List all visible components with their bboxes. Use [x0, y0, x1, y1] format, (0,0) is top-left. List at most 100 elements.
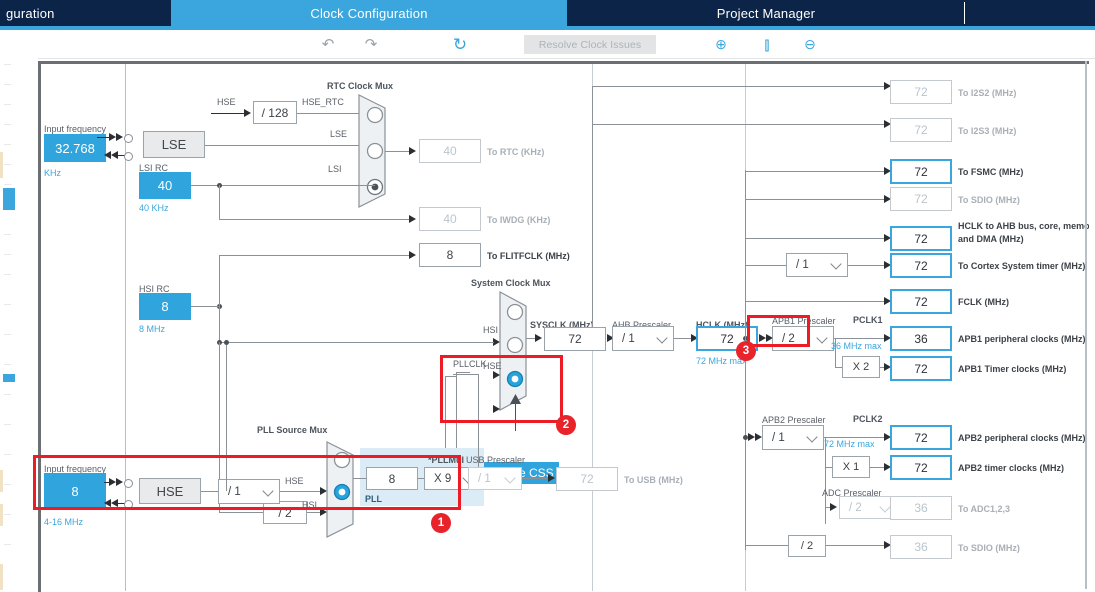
fit-to-screen-icon: []	[764, 36, 769, 52]
tab-configuration[interactable]: guration	[0, 0, 177, 26]
to-adc-value: 36	[890, 496, 952, 520]
chevron-down-icon	[504, 471, 516, 484]
chevron-down-icon	[806, 430, 818, 443]
tab-project-manager-label: Project Manager	[716, 5, 816, 21]
tab-configuration-label: guration	[6, 5, 55, 21]
usb-prescaler-select[interactable]: / 1	[468, 467, 522, 490]
to-usb-label: To USB (MHz)	[624, 475, 683, 485]
column-divider	[125, 64, 126, 591]
out-sdio-value: 72	[890, 187, 952, 211]
apb1-timer-label: APB1 Timer clocks (MHz)	[958, 364, 1067, 374]
out-cortex-timer-value: 72	[890, 253, 952, 278]
apb1-max-note: 36 MHz max	[831, 341, 882, 351]
out-fsmc-label: To FSMC (MHz)	[958, 167, 1024, 177]
badge-1: 1	[431, 513, 451, 533]
tab-overflow[interactable]	[965, 0, 1095, 26]
highlight-region-2	[440, 355, 563, 423]
out-i2s3-label: To I2S3 (MHz)	[958, 126, 1017, 136]
chevron-down-icon	[816, 331, 828, 344]
zoom-in-button[interactable]: ⊕	[708, 30, 734, 58]
clock-tree-canvas[interactable]: Input frequency 32.768 KHz LSE HSE / 128…	[38, 61, 1089, 592]
apb1-periph-value: 36	[890, 326, 952, 351]
to-iwdg-label: To IWDG (KHz)	[487, 215, 551, 225]
sysmux-option-hsi[interactable]	[506, 303, 524, 321]
apb2-prescaler-value: / 1	[772, 431, 785, 444]
out-hclk-ahb-label: HCLK to AHB bus, core, memory and DMA (M…	[958, 221, 1089, 245]
badge-2: 2	[556, 415, 576, 435]
hsi-rc-unit: 8 MHz	[139, 324, 166, 334]
sysmux-input-hsi-label: HSI	[483, 325, 499, 335]
to-sdio2-value: 36	[890, 535, 952, 559]
out-i2s2-label: To I2S2 (MHz)	[958, 88, 1017, 98]
rtc-mux-input-lse-label: LSE	[330, 129, 348, 139]
lse-out-arrow	[111, 151, 118, 159]
apb1-timer-value: 72	[890, 356, 952, 381]
ahb-prescaler-value: / 1	[622, 332, 635, 345]
out-hclk-ahb-value: 72	[890, 226, 952, 251]
zoom-out-button[interactable]: ⊖	[797, 30, 823, 58]
system-clock-mux-title: System Clock Mux	[471, 278, 551, 288]
reset-button[interactable]: ↻	[447, 30, 473, 58]
adc-prescaler-select[interactable]: / 2	[839, 496, 897, 519]
lse-input-frequency-field[interactable]: 32.768	[44, 134, 106, 162]
to-sdio2-label: To SDIO (MHz)	[958, 543, 1020, 553]
canvas-right-border	[1085, 61, 1087, 589]
apb1-timer-multiplier: X 2	[842, 356, 880, 378]
chevron-down-icon	[879, 500, 891, 513]
sysclk-value: 72	[544, 327, 606, 351]
lse-input-frequency-label: Input frequency	[44, 124, 107, 134]
highlight-region-1	[33, 455, 461, 510]
ahb-prescaler-select[interactable]: / 1	[612, 326, 674, 351]
reset-icon: ↻	[452, 34, 468, 54]
out-fclk-value: 72	[890, 289, 952, 314]
apb1-periph-label: APB1 peripheral clocks (MHz)	[958, 334, 1086, 344]
rtc-mux-input-lsi-label: LSI	[328, 164, 342, 174]
pclk2-label: PCLK2	[853, 414, 883, 424]
sdio-divider-box: / 2	[788, 535, 826, 557]
rtc-clock-mux-title: RTC Clock Mux	[327, 81, 394, 91]
to-adc-label: To ADC1,2,3	[958, 504, 1011, 514]
hse-rtc-divider-box: / 128	[253, 101, 297, 124]
rtc-mux-option-lsi-selected[interactable]	[366, 178, 384, 196]
hsi-rc-value[interactable]: 8	[139, 293, 191, 320]
apb2-max-note: 72 MHz max	[824, 439, 875, 449]
undo-icon: ↶	[321, 35, 335, 53]
highlight-region-3	[747, 315, 810, 347]
out-i2s2-value: 72	[890, 80, 952, 104]
main-tab-bar: guration Clock Configuration Project Man…	[0, 0, 1095, 26]
tab-project-manager[interactable]: Project Manager	[567, 0, 965, 26]
rtc-mux-option-hse-rtc[interactable]	[366, 106, 384, 124]
lse-oscillator-box[interactable]: LSE	[143, 131, 205, 158]
out-sdio-label: To SDIO (MHz)	[958, 195, 1020, 205]
lsi-rc-unit: 40 KHz	[139, 203, 169, 213]
cortex-prescaler-select[interactable]: / 1	[786, 253, 848, 277]
apb2-prescaler-title: APB2 Prescaler	[762, 415, 826, 425]
zoom-out-icon: ⊖	[804, 36, 816, 52]
tab-clock-configuration[interactable]: Clock Configuration	[171, 0, 567, 26]
to-iwdg-value: 40	[419, 207, 481, 231]
adc-prescaler-value: / 2	[849, 501, 862, 514]
resolve-clock-issues-button[interactable]: Resolve Clock Issues	[524, 35, 656, 54]
cortex-prescaler-value: / 1	[796, 259, 809, 271]
tab-clock-configuration-label: Clock Configuration	[310, 5, 428, 21]
sysmux-option-hse[interactable]	[506, 336, 524, 354]
lsi-rc-value[interactable]: 40	[139, 172, 191, 199]
usb-prescaler-value: / 1	[478, 472, 491, 485]
chevron-down-icon	[830, 258, 842, 270]
pll-source-mux-title: PLL Source Mux	[257, 425, 328, 435]
usb-prescaler-title: USB Prescaler	[466, 455, 526, 465]
undo-button[interactable]: ↶	[315, 30, 341, 58]
hse-unit-label: 4-16 MHz	[44, 517, 84, 527]
out-fclk-label: FCLK (MHz)	[958, 297, 1009, 307]
out-cortex-timer-label: To Cortex System timer (MHz)	[958, 261, 1086, 271]
rtc-mux-option-lse[interactable]	[366, 142, 384, 160]
fit-to-screen-button[interactable]: []	[753, 30, 779, 58]
apb2-periph-label: APB2 peripheral clocks (MHz)	[958, 433, 1086, 443]
out-i2s3-value: 72	[890, 118, 952, 142]
pclk1-label: PCLK1	[853, 315, 883, 325]
apb2-timer-value: 72	[890, 455, 952, 480]
to-flitfclk-value: 8	[419, 243, 481, 267]
lse-in-arrow	[116, 133, 123, 141]
apb2-prescaler-select[interactable]: / 1	[762, 425, 824, 450]
redo-button[interactable]: ↷	[358, 30, 384, 58]
